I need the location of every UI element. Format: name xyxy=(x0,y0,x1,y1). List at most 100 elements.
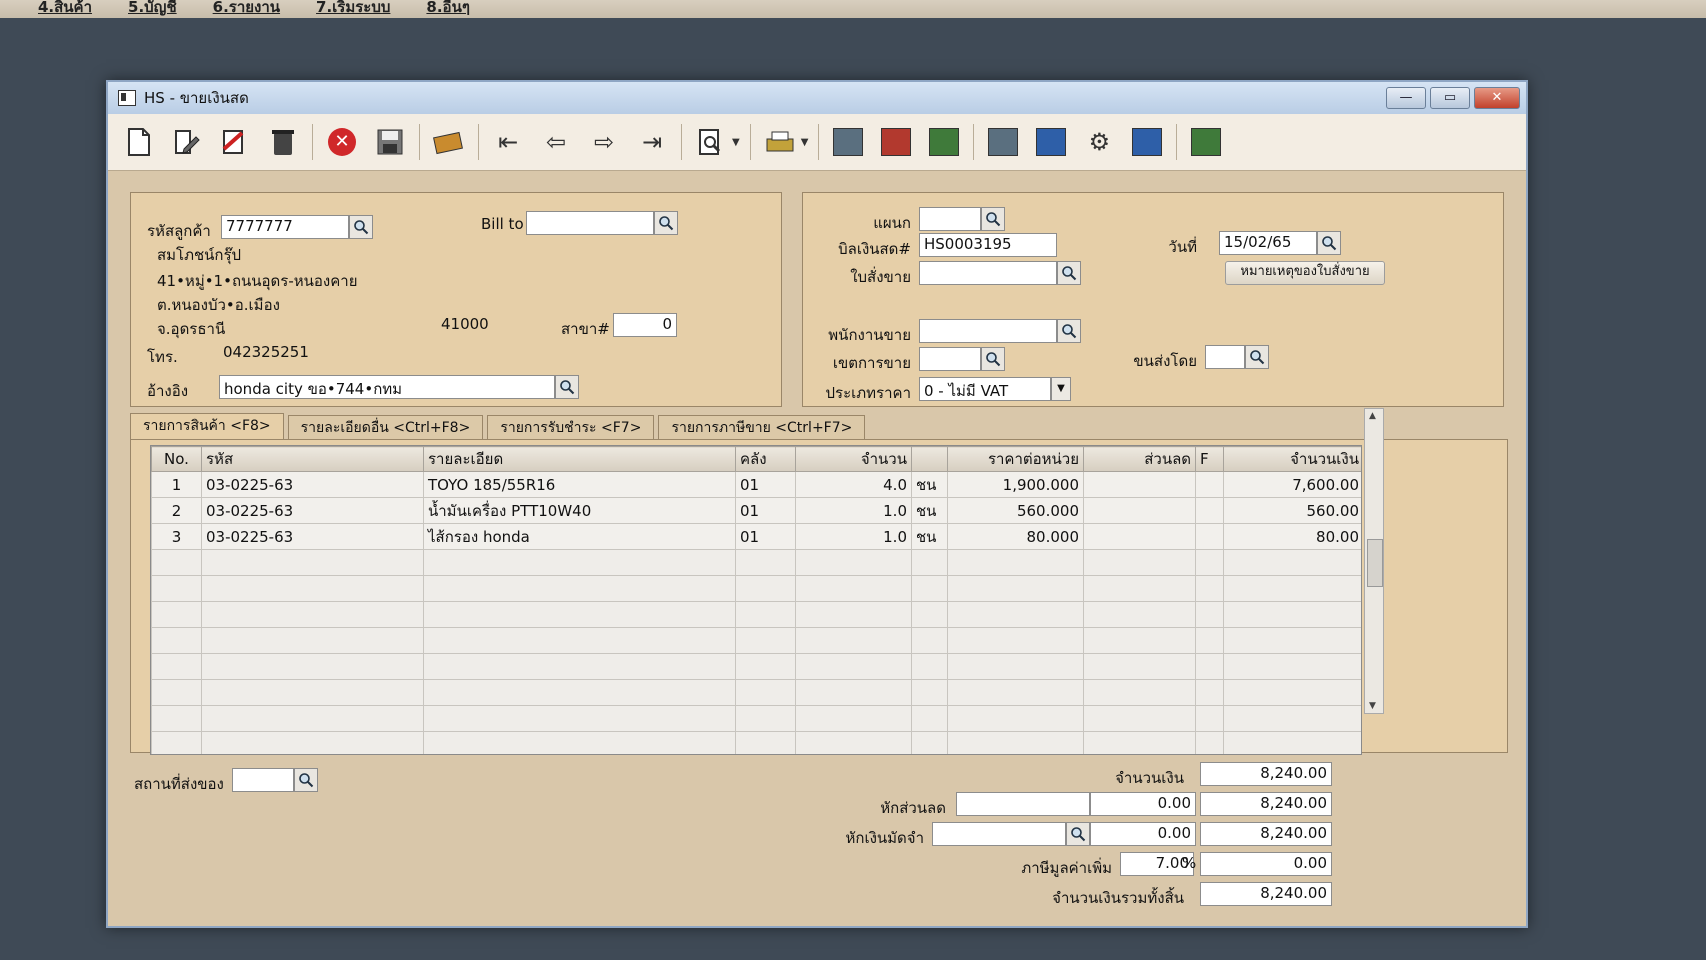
col-unit-price[interactable]: ราคาต่อหน่วย xyxy=(947,446,1084,472)
empty-cell[interactable] xyxy=(1223,575,1361,602)
row-flag[interactable] xyxy=(1195,471,1224,498)
payment-icon[interactable] xyxy=(430,123,468,161)
empty-cell[interactable] xyxy=(735,679,796,706)
empty-cell[interactable] xyxy=(151,601,202,628)
row-code[interactable]: 03-0225-63 xyxy=(201,471,424,498)
empty-cell[interactable] xyxy=(1195,601,1224,628)
empty-cell[interactable] xyxy=(201,653,424,680)
row-no[interactable]: 2 xyxy=(151,497,202,524)
menu-products[interactable]: 4.สินค้า xyxy=(38,0,92,18)
row-no[interactable]: 1 xyxy=(151,471,202,498)
empty-cell[interactable] xyxy=(1195,653,1224,680)
print-icon[interactable] xyxy=(761,123,799,161)
empty-cell[interactable] xyxy=(201,627,424,654)
row-amount[interactable]: 80.00 xyxy=(1223,523,1361,550)
empty-cell[interactable] xyxy=(423,627,736,654)
row-amount[interactable]: 7,600.00 xyxy=(1223,471,1361,498)
grid-vertical-scrollbar[interactable]: ▲ ▼ xyxy=(1364,408,1384,714)
empty-cell[interactable] xyxy=(947,549,1084,576)
empty-table-row[interactable] xyxy=(151,575,1361,602)
empty-cell[interactable] xyxy=(423,549,736,576)
empty-cell[interactable] xyxy=(151,575,202,602)
empty-cell[interactable] xyxy=(795,627,912,654)
empty-cell[interactable] xyxy=(151,627,202,654)
menu-others[interactable]: 8.อื่นๆ xyxy=(426,0,469,18)
empty-cell[interactable] xyxy=(151,549,202,576)
save-icon[interactable] xyxy=(371,123,409,161)
first-record-icon[interactable]: ⇤ xyxy=(489,123,527,161)
table-row[interactable]: 3 03-0225-63 ไส้กรอง honda 01 1.0 ชน 80.000 80.… xyxy=(151,523,1361,550)
window-titlebar[interactable]: HS - ขายเงินสด — ▭ ✕ xyxy=(108,82,1526,114)
empty-cell[interactable] xyxy=(947,705,1084,732)
exit-icon[interactable] xyxy=(1187,123,1225,161)
empty-cell[interactable] xyxy=(947,731,1084,754)
sales-order-search-icon[interactable] xyxy=(1057,261,1081,285)
empty-cell[interactable] xyxy=(423,601,736,628)
sales-area-field[interactable] xyxy=(919,347,981,371)
row-flag[interactable] xyxy=(1195,497,1224,524)
empty-cell[interactable] xyxy=(1223,549,1361,576)
empty-cell[interactable] xyxy=(795,679,912,706)
row-warehouse[interactable]: 01 xyxy=(735,497,796,524)
empty-cell[interactable] xyxy=(1195,549,1224,576)
col-flag[interactable]: F xyxy=(1195,446,1224,472)
empty-cell[interactable] xyxy=(795,653,912,680)
salesman-field[interactable] xyxy=(919,319,1057,343)
sales-order-field[interactable] xyxy=(919,261,1057,285)
tab-payments[interactable]: รายการรับชำระ <F7> xyxy=(487,415,655,440)
row-quantity[interactable]: 1.0 xyxy=(795,523,912,550)
customer-search-icon[interactable] xyxy=(349,215,373,239)
print-dropdown-icon[interactable]: ▼ xyxy=(801,137,809,148)
tab-other-details[interactable]: รายละเอียดอื่น <Ctrl+F8> xyxy=(287,415,484,440)
col-description[interactable]: รายละเอียด xyxy=(423,446,736,472)
new-document-icon[interactable] xyxy=(120,123,158,161)
row-no[interactable]: 3 xyxy=(151,523,202,550)
row-quantity[interactable]: 4.0 xyxy=(795,471,912,498)
empty-cell[interactable] xyxy=(151,679,202,706)
row-discount[interactable] xyxy=(1083,523,1196,550)
empty-cell[interactable] xyxy=(911,575,948,602)
empty-table-row[interactable] xyxy=(151,601,1361,628)
empty-cell[interactable] xyxy=(1195,705,1224,732)
empty-cell[interactable] xyxy=(1223,731,1361,754)
empty-cell[interactable] xyxy=(735,575,796,602)
empty-cell[interactable] xyxy=(735,627,796,654)
empty-cell[interactable] xyxy=(911,627,948,654)
last-record-icon[interactable]: ⇥ xyxy=(633,123,671,161)
row-unit[interactable]: ชน xyxy=(911,497,948,524)
menu-accounting[interactable]: 5.บัญชี xyxy=(128,0,177,18)
col-amount[interactable]: จำนวนเงิน xyxy=(1223,446,1361,472)
empty-cell[interactable] xyxy=(1223,679,1361,706)
row-discount[interactable] xyxy=(1083,497,1196,524)
col-no[interactable]: No. xyxy=(151,446,202,472)
report-icon[interactable] xyxy=(877,123,915,161)
empty-cell[interactable] xyxy=(423,705,736,732)
empty-cell[interactable] xyxy=(911,601,948,628)
empty-cell[interactable] xyxy=(947,679,1084,706)
empty-cell[interactable] xyxy=(1083,679,1196,706)
empty-cell[interactable] xyxy=(1223,705,1361,732)
edit-document-icon[interactable] xyxy=(168,123,206,161)
empty-cell[interactable] xyxy=(1083,731,1196,754)
row-code[interactable]: 03-0225-63 xyxy=(201,497,424,524)
empty-table-row[interactable] xyxy=(151,549,1361,576)
empty-cell[interactable] xyxy=(735,731,796,754)
void-document-icon[interactable] xyxy=(216,123,254,161)
confirm-ok-icon[interactable] xyxy=(1128,123,1166,161)
table-row[interactable]: 2 03-0225-63 น้ำมันเครื่อง PTT10W40 01 1.0 ชน… xyxy=(151,497,1361,524)
empty-cell[interactable] xyxy=(1223,601,1361,628)
table-row[interactable]: 1 03-0225-63 TOYO 185/55R16 01 4.0 ชน 1,900.00… xyxy=(151,471,1361,498)
row-warehouse[interactable]: 01 xyxy=(735,471,796,498)
empty-cell[interactable] xyxy=(201,731,424,754)
approve-ok-icon[interactable] xyxy=(1032,123,1070,161)
row-flag[interactable] xyxy=(1195,523,1224,550)
menu-setup[interactable]: 7.เริ่มระบบ xyxy=(316,0,390,18)
row-description[interactable]: TOYO 185/55R16 xyxy=(423,471,736,498)
customer-code-field[interactable]: 7777777 xyxy=(221,215,349,239)
sales-order-icon[interactable] xyxy=(925,123,963,161)
row-description[interactable]: น้ำมันเครื่อง PTT10W40 xyxy=(423,497,736,524)
scroll-up-icon[interactable]: ▲ xyxy=(1369,411,1376,421)
ship-to-field[interactable] xyxy=(232,768,294,792)
empty-table-row[interactable] xyxy=(151,627,1361,654)
salesman-search-icon[interactable] xyxy=(1057,319,1081,343)
